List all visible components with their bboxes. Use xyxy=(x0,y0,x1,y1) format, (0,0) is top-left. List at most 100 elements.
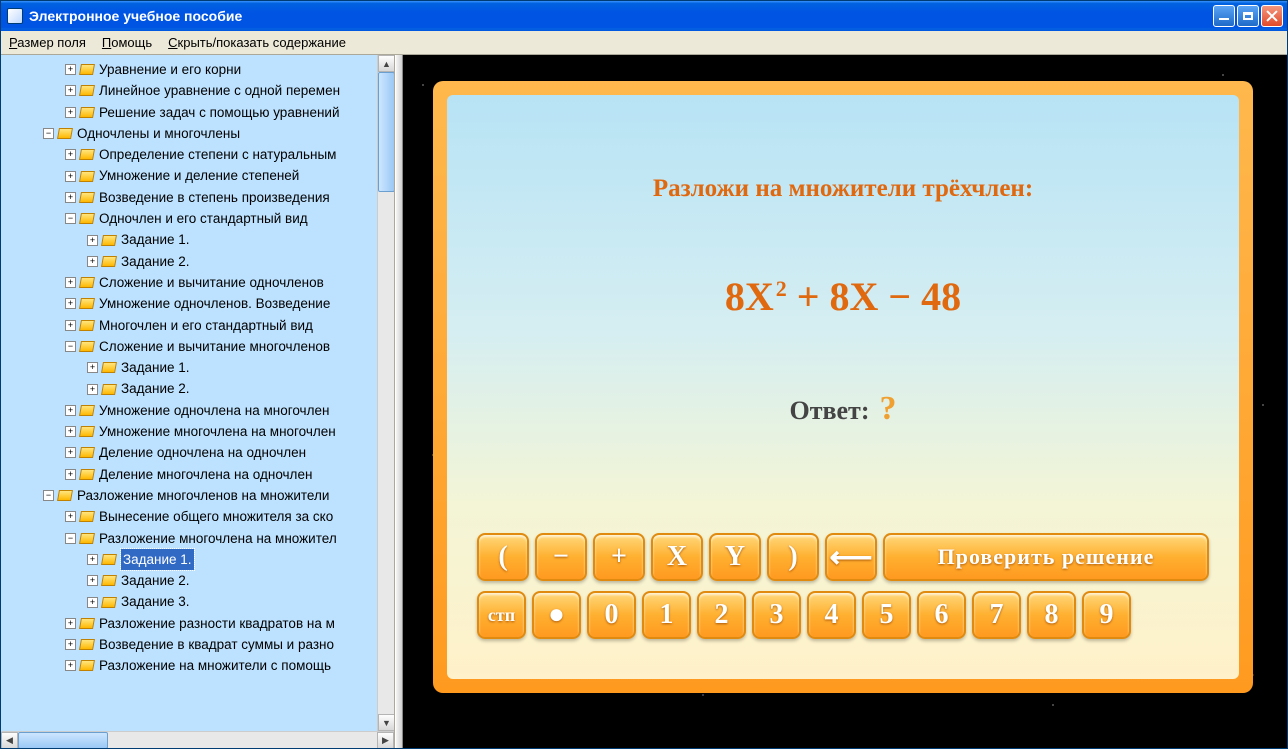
splitter[interactable] xyxy=(395,55,403,748)
toc-vscroll[interactable]: ▲ ▼ xyxy=(377,55,394,731)
tree-item[interactable]: +Задание 3. xyxy=(1,591,394,612)
scroll-down-icon[interactable]: ▼ xyxy=(378,714,394,731)
collapse-icon[interactable]: − xyxy=(43,128,54,139)
key-1[interactable]: 1 xyxy=(642,591,691,639)
tree-item[interactable]: +Деление одночлена на одночлен xyxy=(1,442,394,463)
expand-icon[interactable]: + xyxy=(65,85,76,96)
expand-icon[interactable]: + xyxy=(65,320,76,331)
tree-item-label: Сложение и вычитание одночленов xyxy=(99,272,324,293)
minimize-button[interactable] xyxy=(1213,5,1235,27)
tree-item[interactable]: +Умножение одночленов. Возведение xyxy=(1,293,394,314)
key-−[interactable]: − xyxy=(535,533,587,581)
key-8[interactable]: 8 xyxy=(1027,591,1076,639)
collapse-icon[interactable]: − xyxy=(43,490,54,501)
hscroll-thumb[interactable] xyxy=(18,732,108,748)
key-dot[interactable]: ● xyxy=(532,591,581,639)
expand-icon[interactable]: + xyxy=(87,554,98,565)
expand-icon[interactable]: + xyxy=(65,511,76,522)
key-X[interactable]: X xyxy=(651,533,703,581)
scroll-thumb[interactable] xyxy=(378,72,394,192)
key-)[interactable]: ) xyxy=(767,533,819,581)
key-0[interactable]: 0 xyxy=(587,591,636,639)
expand-icon[interactable]: + xyxy=(65,64,76,75)
tree-item[interactable]: +Задание 1. xyxy=(1,549,394,570)
expand-icon[interactable]: + xyxy=(65,405,76,416)
key-6[interactable]: 6 xyxy=(917,591,966,639)
expand-icon[interactable]: + xyxy=(87,597,98,608)
book-icon xyxy=(79,320,95,331)
tree-item[interactable]: + Определение степени с натуральным xyxy=(1,144,394,165)
menu-size[interactable]: Размер поля xyxy=(9,35,86,50)
tree-item[interactable]: + Сложение и вычитание одночленов xyxy=(1,272,394,293)
collapse-icon[interactable]: − xyxy=(65,213,76,224)
tree-item[interactable]: +Задание 1. xyxy=(1,229,394,250)
toc-hscroll[interactable]: ◀ ▶ xyxy=(1,731,394,748)
expand-icon[interactable]: + xyxy=(65,149,76,160)
close-button[interactable] xyxy=(1261,5,1283,27)
expand-icon[interactable]: + xyxy=(65,277,76,288)
tree-item[interactable]: −Разложение многочленов на множители xyxy=(1,485,394,506)
tree-item[interactable]: −Одночлены и многочлены xyxy=(1,123,394,144)
collapse-icon[interactable]: − xyxy=(65,533,76,544)
expand-icon[interactable]: + xyxy=(65,639,76,650)
expand-icon[interactable]: + xyxy=(65,192,76,203)
key-stp[interactable]: стп xyxy=(477,591,526,639)
tree-item[interactable]: +Умножение одночлена на многочлен xyxy=(1,400,394,421)
tree-item[interactable]: +Умножение и деление степеней xyxy=(1,165,394,186)
key-Y[interactable]: Y xyxy=(709,533,761,581)
tree-item[interactable]: +Разложение разности квадратов на м xyxy=(1,613,394,634)
tree-item[interactable]: +Задание 2. xyxy=(1,251,394,272)
expand-icon[interactable]: + xyxy=(87,384,98,395)
tree-item[interactable]: +Задание 2. xyxy=(1,570,394,591)
expand-icon[interactable]: + xyxy=(87,256,98,267)
menu-help[interactable]: Помощь xyxy=(102,35,152,50)
expand-icon[interactable]: + xyxy=(65,171,76,182)
key-([interactable]: ( xyxy=(477,533,529,581)
check-solution-button[interactable]: Проверить решение xyxy=(883,533,1209,581)
expand-icon[interactable]: + xyxy=(87,362,98,373)
maximize-button[interactable] xyxy=(1237,5,1259,27)
expand-icon[interactable]: + xyxy=(65,447,76,458)
tree-item[interactable]: +Возведение в квадрат суммы и разно xyxy=(1,634,394,655)
key-2[interactable]: 2 xyxy=(697,591,746,639)
tree-item[interactable]: +Линейное уравнение с одной перемен xyxy=(1,80,394,101)
key-9[interactable]: 9 xyxy=(1082,591,1131,639)
collapse-icon[interactable]: − xyxy=(65,341,76,352)
app-window: Электронное учебное пособие Размер поля … xyxy=(0,0,1288,749)
expand-icon[interactable]: + xyxy=(87,575,98,586)
tree-item[interactable]: −Сложение и вычитание многочленов xyxy=(1,336,394,357)
tree-item[interactable]: +Многочлен и его стандартный вид xyxy=(1,315,394,336)
expand-icon[interactable]: + xyxy=(87,235,98,246)
expand-icon[interactable]: + xyxy=(65,618,76,629)
key-7[interactable]: 7 xyxy=(972,591,1021,639)
tree-item[interactable]: +Разложение на множители с помощь xyxy=(1,655,394,676)
expand-icon[interactable]: + xyxy=(65,107,76,118)
key-5[interactable]: 5 xyxy=(862,591,911,639)
tree-item[interactable]: +Возведение в степень произведения xyxy=(1,187,394,208)
key-4[interactable]: 4 xyxy=(807,591,856,639)
key-+[interactable]: + xyxy=(593,533,645,581)
expand-icon[interactable]: + xyxy=(65,469,76,480)
tree-item[interactable]: + Деление многочлена на одночлен xyxy=(1,464,394,485)
scroll-up-icon[interactable]: ▲ xyxy=(378,55,394,72)
tree-item[interactable]: +Задание 2. xyxy=(1,378,394,399)
tree-item[interactable]: + Умножение многочлена на многочлен xyxy=(1,421,394,442)
tree-item-label: Определение степени с натуральным xyxy=(99,144,336,165)
tree-item-label: Умножение многочлена на многочлен xyxy=(99,421,336,442)
scroll-right-icon[interactable]: ▶ xyxy=(377,732,394,748)
tree-item[interactable]: −Разложение многочлена на множител xyxy=(1,528,394,549)
key-3[interactable]: 3 xyxy=(752,591,801,639)
expand-icon[interactable]: + xyxy=(65,298,76,309)
scroll-left-icon[interactable]: ◀ xyxy=(1,732,18,748)
key-backspace[interactable]: ⟵ xyxy=(825,533,877,581)
expand-icon[interactable]: + xyxy=(65,426,76,437)
tree-item[interactable]: +Задание 1. xyxy=(1,357,394,378)
tree-item-label: Деление многочлена на одночлен xyxy=(99,464,312,485)
answer-placeholder: ? xyxy=(880,390,897,428)
tree-item[interactable]: +Уравнение и его корни xyxy=(1,59,394,80)
tree-item[interactable]: −Одночлен и его стандартный вид xyxy=(1,208,394,229)
expand-icon[interactable]: + xyxy=(65,660,76,671)
tree-item[interactable]: +Вынесение общего множителя за ско xyxy=(1,506,394,527)
menu-toggle-toc[interactable]: Скрыть/показать содержание xyxy=(168,35,346,50)
tree-item[interactable]: +Решение задач с помощью уравнений xyxy=(1,102,394,123)
